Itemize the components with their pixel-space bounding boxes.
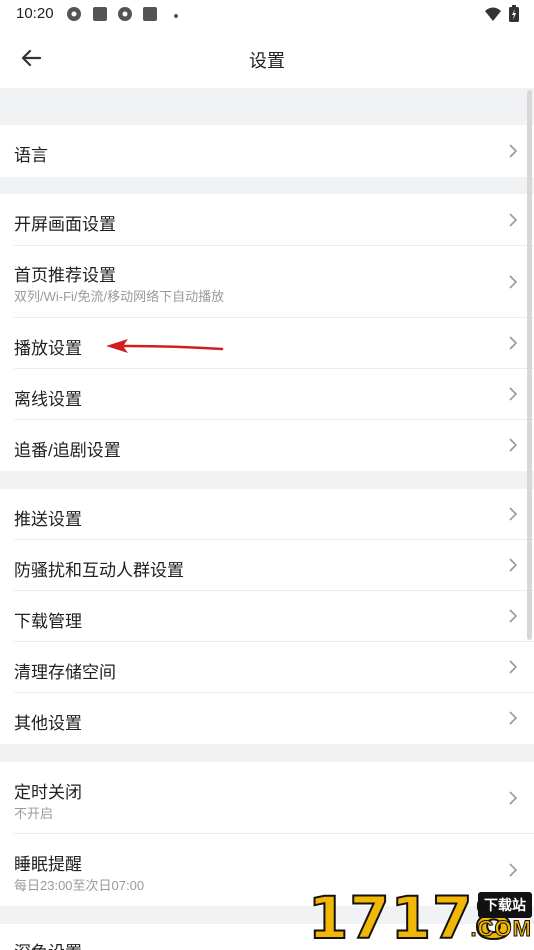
item-label: 推送设置 (14, 510, 82, 529)
item-sublabel: 不开启 (14, 806, 54, 821)
settings-item-home-recommend[interactable]: 首页推荐设置 双列/Wi-Fi/免流/移动网络下自动播放 (0, 246, 534, 318)
settings-item-offline[interactable]: 离线设置 (0, 369, 534, 420)
page-title: 设置 (249, 51, 285, 71)
settings-item-anti-harass[interactable]: 防骚扰和互动人群设置 (0, 540, 534, 591)
scrollbar[interactable] (527, 90, 532, 640)
watermark-suffix: .COM (470, 916, 532, 942)
item-label: 播放设置 (14, 339, 82, 358)
chevron-right-icon (509, 711, 518, 725)
item-label: 追番/追剧设置 (14, 441, 121, 460)
settings-item-downloads[interactable]: 下载管理 (0, 591, 534, 642)
chevron-right-icon (509, 609, 518, 623)
item-label: 深色设置 (14, 938, 82, 950)
chevron-right-icon (509, 507, 518, 521)
item-sublabel: 双列/Wi-Fi/免流/移动网络下自动播放 (14, 289, 225, 304)
dot-icon (174, 14, 178, 18)
app-bar: 设置 (0, 28, 534, 88)
square-icon (143, 7, 157, 21)
square-icon (93, 7, 107, 21)
app-icon (118, 7, 132, 21)
settings-item-language[interactable]: 语言 (0, 125, 534, 177)
chevron-right-icon (509, 438, 518, 452)
settings-item-storage[interactable]: 清理存储空间 (0, 642, 534, 693)
item-label: 其他设置 (14, 714, 82, 733)
annotation-arrow (106, 339, 224, 353)
status-time: 10:20 (16, 5, 54, 22)
battery-icon (509, 5, 519, 22)
chevron-right-icon (509, 144, 518, 158)
watermark-badge: 下载站 (478, 892, 532, 918)
settings-item-push[interactable]: 推送设置 (0, 489, 534, 540)
item-label: 开屏画面设置 (14, 215, 116, 234)
item-label: 下载管理 (14, 612, 82, 631)
settings-item-splash[interactable]: 开屏画面设置 (0, 194, 534, 246)
settings-item-follow[interactable]: 追番/追剧设置 (0, 420, 534, 471)
item-label: 清理存储空间 (14, 663, 116, 682)
chevron-right-icon (509, 387, 518, 401)
settings-item-other[interactable]: 其他设置 (0, 693, 534, 744)
chevron-right-icon (509, 660, 518, 674)
chevron-right-icon (509, 336, 518, 350)
item-label: 语言 (14, 146, 48, 165)
item-sublabel: 每日23:00至次日07:00 (14, 878, 145, 893)
item-label: 离线设置 (14, 390, 82, 409)
chevron-right-icon (509, 863, 518, 877)
wifi-icon (485, 7, 501, 21)
item-label: 防骚扰和互动人群设置 (14, 561, 184, 580)
chevron-right-icon (509, 213, 518, 227)
watermark-logo: 17178 下载站 .COM (307, 885, 534, 950)
settings-item-playback[interactable]: 播放设置 (0, 318, 534, 369)
item-label: 首页推荐设置 (14, 266, 116, 285)
item-label: 定时关闭 (14, 783, 82, 802)
status-bar: 10:20 (0, 0, 534, 28)
settings-item-timer-off[interactable]: 定时关闭 不开启 (0, 762, 534, 834)
chevron-right-icon (509, 558, 518, 572)
chevron-right-icon (509, 275, 518, 289)
item-label: 睡眠提醒 (14, 855, 82, 874)
chevron-right-icon (509, 791, 518, 805)
app-icon (67, 7, 81, 21)
